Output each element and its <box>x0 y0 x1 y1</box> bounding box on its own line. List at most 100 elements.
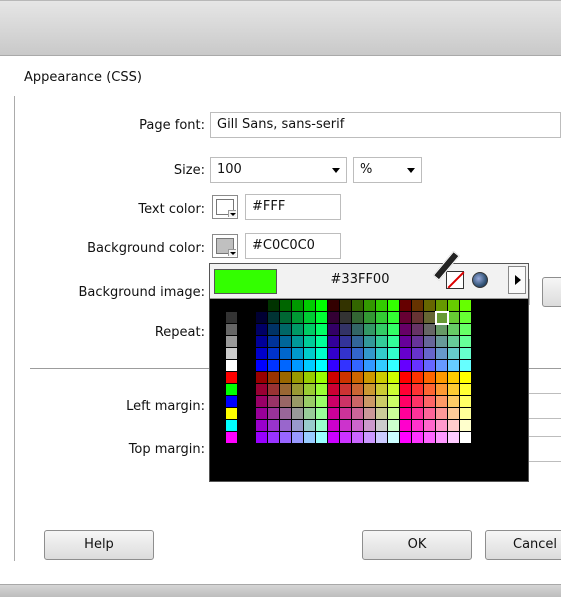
color-swatch[interactable] <box>424 432 436 444</box>
color-swatch[interactable] <box>388 300 400 312</box>
color-swatch[interactable] <box>340 336 352 348</box>
color-swatch[interactable] <box>460 348 472 360</box>
color-swatch[interactable] <box>424 348 436 360</box>
color-swatch[interactable] <box>460 408 472 420</box>
color-swatch[interactable] <box>364 396 376 408</box>
color-swatch[interactable] <box>388 408 400 420</box>
color-swatch[interactable] <box>256 336 268 348</box>
color-swatch[interactable] <box>268 420 280 432</box>
color-swatch[interactable] <box>352 420 364 432</box>
color-swatch[interactable] <box>304 324 316 336</box>
color-swatch[interactable] <box>316 348 328 360</box>
color-swatch[interactable] <box>388 420 400 432</box>
color-swatch[interactable] <box>412 324 424 336</box>
color-swatch[interactable] <box>448 432 460 444</box>
color-swatch[interactable] <box>268 348 280 360</box>
color-swatch[interactable] <box>328 432 340 444</box>
color-swatch[interactable] <box>424 336 436 348</box>
color-swatch[interactable] <box>448 420 460 432</box>
color-swatch[interactable] <box>316 408 328 420</box>
color-swatch[interactable] <box>226 396 238 408</box>
color-swatch[interactable] <box>328 384 340 396</box>
color-swatch[interactable] <box>328 360 340 372</box>
color-swatch[interactable] <box>388 324 400 336</box>
color-swatch[interactable] <box>412 432 424 444</box>
color-swatch[interactable] <box>448 312 460 324</box>
color-swatch[interactable] <box>436 324 448 336</box>
color-swatch[interactable] <box>376 372 388 384</box>
color-swatch[interactable] <box>340 324 352 336</box>
color-swatch[interactable] <box>304 372 316 384</box>
color-swatch[interactable] <box>364 300 376 312</box>
color-swatch[interactable] <box>400 384 412 396</box>
color-swatch[interactable] <box>460 384 472 396</box>
color-swatch[interactable] <box>460 360 472 372</box>
picker-menu-arrow-icon[interactable] <box>508 266 526 294</box>
color-swatch[interactable] <box>352 408 364 420</box>
color-swatch[interactable] <box>256 420 268 432</box>
color-swatch[interactable] <box>436 360 448 372</box>
color-swatch[interactable] <box>292 312 304 324</box>
color-swatch[interactable] <box>226 300 238 312</box>
text-color-swatch-button[interactable] <box>212 195 238 219</box>
color-swatch[interactable] <box>460 300 472 312</box>
color-swatch[interactable] <box>328 420 340 432</box>
color-swatch[interactable] <box>328 408 340 420</box>
color-swatch[interactable] <box>460 324 472 336</box>
color-swatch[interactable] <box>256 372 268 384</box>
color-swatch[interactable] <box>256 348 268 360</box>
top-margin-input[interactable] <box>528 436 561 462</box>
color-swatch[interactable] <box>364 360 376 372</box>
color-swatch[interactable] <box>280 432 292 444</box>
color-swatch[interactable] <box>292 360 304 372</box>
color-swatch[interactable] <box>388 396 400 408</box>
color-swatch[interactable] <box>340 408 352 420</box>
page-font-input[interactable]: Gill Sans, sans-serif <box>210 112 561 138</box>
color-swatch[interactable] <box>376 408 388 420</box>
color-swatch[interactable] <box>256 324 268 336</box>
color-swatch[interactable] <box>340 300 352 312</box>
color-swatch[interactable] <box>376 420 388 432</box>
size-unit-select[interactable]: % <box>353 157 422 183</box>
color-swatch[interactable] <box>268 336 280 348</box>
color-swatch[interactable] <box>226 324 238 336</box>
color-swatch[interactable] <box>460 420 472 432</box>
color-swatch[interactable] <box>292 372 304 384</box>
color-picker-popup[interactable]: #33FF00 <box>209 250 529 482</box>
color-swatch[interactable] <box>448 372 460 384</box>
color-swatch[interactable] <box>376 300 388 312</box>
color-swatch[interactable] <box>280 372 292 384</box>
help-button[interactable]: Help <box>44 530 154 560</box>
color-swatch[interactable] <box>352 396 364 408</box>
color-swatch[interactable] <box>376 336 388 348</box>
color-swatch[interactable] <box>328 300 340 312</box>
color-swatch[interactable] <box>316 360 328 372</box>
color-swatch[interactable] <box>280 300 292 312</box>
color-swatch[interactable] <box>328 324 340 336</box>
color-swatch[interactable] <box>226 420 238 432</box>
color-swatch[interactable] <box>364 408 376 420</box>
color-swatch[interactable] <box>364 432 376 444</box>
color-swatch[interactable] <box>292 384 304 396</box>
size-select[interactable]: 100 <box>210 157 347 183</box>
color-swatch[interactable] <box>340 432 352 444</box>
color-swatch[interactable] <box>304 384 316 396</box>
color-swatch[interactable] <box>292 396 304 408</box>
color-swatch[interactable] <box>448 384 460 396</box>
color-swatch[interactable] <box>388 312 400 324</box>
left-margin-input[interactable] <box>528 393 561 419</box>
color-swatch[interactable] <box>316 384 328 396</box>
color-swatch[interactable] <box>436 396 448 408</box>
color-swatch[interactable] <box>352 300 364 312</box>
color-swatch[interactable] <box>352 372 364 384</box>
color-swatch[interactable] <box>460 396 472 408</box>
color-swatch[interactable] <box>292 408 304 420</box>
color-swatch[interactable] <box>400 432 412 444</box>
color-swatch[interactable] <box>292 432 304 444</box>
color-swatch[interactable] <box>376 396 388 408</box>
color-swatch[interactable] <box>352 336 364 348</box>
color-swatch[interactable] <box>304 408 316 420</box>
color-swatch[interactable] <box>304 336 316 348</box>
color-swatch[interactable] <box>304 300 316 312</box>
color-swatch[interactable] <box>376 348 388 360</box>
